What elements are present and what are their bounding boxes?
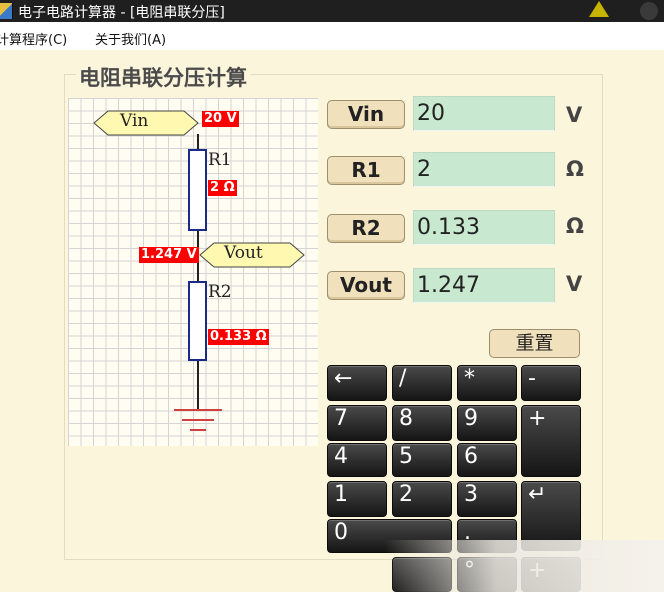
vin-button[interactable]: Vin — [327, 100, 405, 129]
key-3[interactable]: 3 — [457, 481, 517, 517]
menu-about-us[interactable]: 关于我们(A) — [95, 29, 166, 48]
key-7[interactable]: 7 — [327, 405, 387, 441]
resistor-r1 — [188, 149, 207, 231]
r2-label: R2 — [208, 282, 232, 302]
r1-input[interactable] — [413, 152, 555, 187]
key-4[interactable]: 4 — [327, 443, 387, 477]
vin-unit: V — [566, 103, 583, 127]
key-blank[interactable] — [392, 557, 452, 592]
key-5[interactable]: 5 — [392, 443, 452, 477]
key-plus[interactable]: + — [521, 405, 581, 477]
key-8[interactable]: 8 — [392, 405, 452, 441]
menu-calc-program[interactable]: 计算程序(C) — [0, 29, 67, 48]
app-icon — [0, 3, 13, 19]
key-2[interactable]: 2 — [392, 481, 452, 517]
key-enter[interactable]: ↵ — [521, 481, 581, 551]
reset-button[interactable]: 重置 — [489, 329, 580, 358]
r2-button[interactable]: R2 — [327, 214, 405, 243]
window-title: 电子电路计算器 - [电阻串联分压] — [18, 5, 225, 21]
key-dot[interactable]: . — [457, 519, 517, 553]
ground-icon — [174, 409, 222, 431]
vout-value-tag: 1.247 V — [139, 247, 199, 263]
key-divide[interactable]: / — [392, 365, 452, 401]
vin-value-tag: 20 V — [202, 111, 239, 127]
vout-button[interactable]: Vout — [327, 271, 405, 300]
menu-bar: 计算程序(C) 关于我们(A) — [0, 22, 664, 50]
circuit-svg — [93, 110, 305, 431]
key-9[interactable]: 9 — [457, 405, 517, 441]
r1-value-tag: 2 Ω — [208, 180, 237, 196]
vout-input[interactable] — [413, 268, 555, 303]
vout-unit: V — [566, 272, 583, 296]
window-control-button[interactable] — [640, 2, 658, 20]
vout-tag-label: Vout — [224, 243, 263, 263]
key-minus[interactable]: - — [521, 365, 581, 401]
r2-input[interactable] — [413, 210, 555, 245]
key-multiply[interactable]: * — [457, 365, 517, 401]
key-0[interactable]: 0 — [327, 519, 452, 553]
r1-button[interactable]: R1 — [327, 156, 405, 185]
circuit-diagram: Vin Vout R1 R2 20 V 2 Ω 1.247 V 0.133 Ω — [68, 98, 318, 446]
key-degree[interactable]: ° — [457, 557, 517, 592]
vin-input[interactable] — [413, 96, 555, 131]
vin-tag-label: Vin — [120, 111, 149, 131]
r2-value-tag: 0.133 Ω — [208, 329, 269, 345]
r1-label: R1 — [208, 150, 232, 170]
title-bar: 电子电路计算器 - [电阻串联分压] — [0, 0, 664, 22]
r2-unit: Ω — [566, 214, 584, 238]
warning-icon[interactable] — [589, 1, 609, 17]
key-backspace[interactable]: ← — [327, 365, 387, 401]
key-plus-2[interactable]: + — [521, 557, 581, 592]
key-6[interactable]: 6 — [457, 443, 517, 477]
key-1[interactable]: 1 — [327, 481, 387, 517]
resistor-r2 — [188, 281, 207, 361]
group-title: 电阻串联分压计算 — [76, 62, 250, 92]
r1-unit: Ω — [566, 157, 584, 181]
